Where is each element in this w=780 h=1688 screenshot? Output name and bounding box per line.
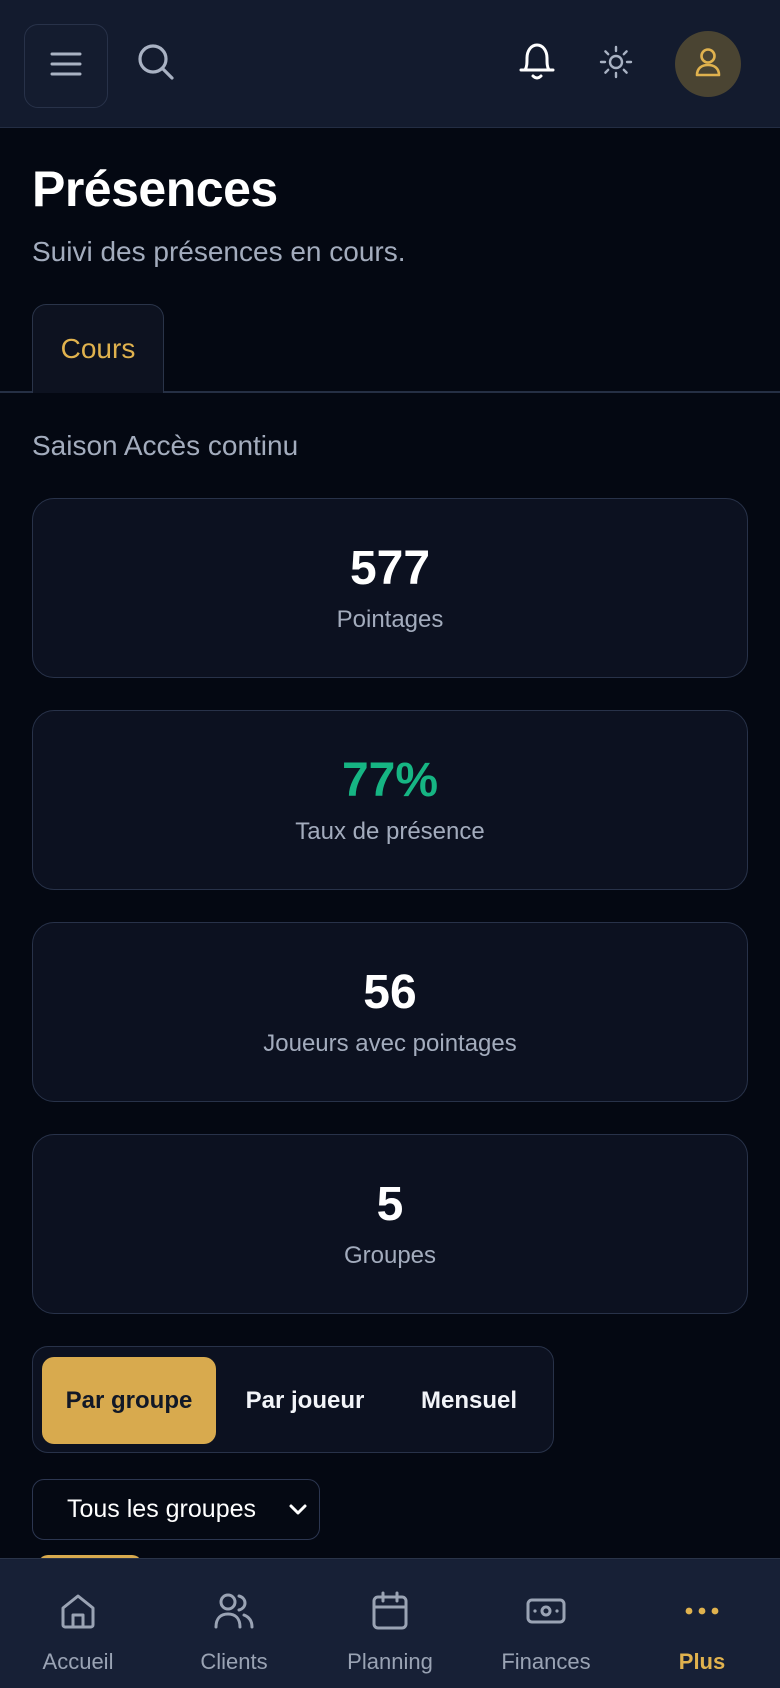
nav-item-clients[interactable]: Clients: [156, 1559, 312, 1688]
menu-button[interactable]: [24, 24, 108, 108]
page-subtitle: Suivi des présences en cours.: [32, 236, 406, 267]
sun-icon: [599, 45, 633, 84]
nav-item-planning[interactable]: Planning: [312, 1559, 468, 1688]
top-bar: [0, 0, 780, 128]
stat-label: Taux de présence: [295, 818, 485, 845]
stat-value: 577: [349, 542, 431, 595]
avatar[interactable]: [675, 31, 741, 97]
stat-card-groupes: 5 Groupes: [32, 1134, 748, 1314]
nav-label: Planning: [347, 1649, 433, 1674]
stat-value: 5: [376, 1178, 404, 1231]
notifications-button[interactable]: [512, 38, 562, 88]
bottom-nav: Accueil Clients Planning Finances Plus: [0, 1558, 780, 1688]
stat-value: 77%: [341, 754, 439, 807]
stat-label: Pointages: [336, 606, 444, 633]
stat-value: 56: [363, 966, 417, 1019]
stat-label: Joueurs avec pointages: [263, 1030, 517, 1057]
view-switch: Par groupe Par joueur Mensuel: [32, 1346, 554, 1453]
users-icon: [156, 1589, 312, 1633]
group-filter-value: Tous les groupes: [67, 1495, 257, 1523]
view-par-joueur-button[interactable]: Par joueur: [223, 1357, 387, 1444]
nav-label: Clients: [200, 1649, 268, 1674]
search-icon: [136, 42, 176, 87]
nav-item-finances[interactable]: Finances: [468, 1559, 624, 1688]
group-filter-select[interactable]: Tous les groupes: [32, 1479, 320, 1540]
page-title: Présences: [32, 161, 278, 217]
stat-card-joueurs: 56 Joueurs avec pointages: [32, 922, 748, 1102]
nav-label: Plus: [678, 1649, 726, 1674]
nav-item-accueil[interactable]: Accueil: [0, 1559, 156, 1688]
stat-card-taux-presence: 77% Taux de présence: [32, 710, 748, 890]
banknote-icon: [468, 1589, 624, 1633]
bell-icon: [517, 39, 557, 88]
nav-label: Finances: [501, 1649, 591, 1674]
view-par-groupe-button[interactable]: Par groupe: [42, 1357, 216, 1444]
stat-label: Groupes: [343, 1242, 437, 1269]
tab-cours[interactable]: Cours: [32, 304, 164, 393]
search-button[interactable]: [132, 40, 180, 88]
theme-toggle-button[interactable]: [596, 40, 636, 88]
nav-label: Accueil: [42, 1649, 114, 1674]
home-icon: [0, 1589, 156, 1633]
calendar-icon: [312, 1589, 468, 1633]
more-dots-icon: [624, 1589, 780, 1633]
user-icon: [694, 47, 722, 82]
season-label: Saison Accès continu: [32, 430, 299, 461]
hamburger-icon: [50, 51, 82, 82]
chevron-down-icon: [287, 1498, 309, 1527]
stat-card-pointages: 577 Pointages: [32, 498, 748, 678]
app: Présences Suivi des présences en cours. …: [0, 0, 780, 1688]
nav-item-plus[interactable]: Plus: [624, 1559, 780, 1688]
view-mensuel-button[interactable]: Mensuel: [393, 1357, 545, 1444]
